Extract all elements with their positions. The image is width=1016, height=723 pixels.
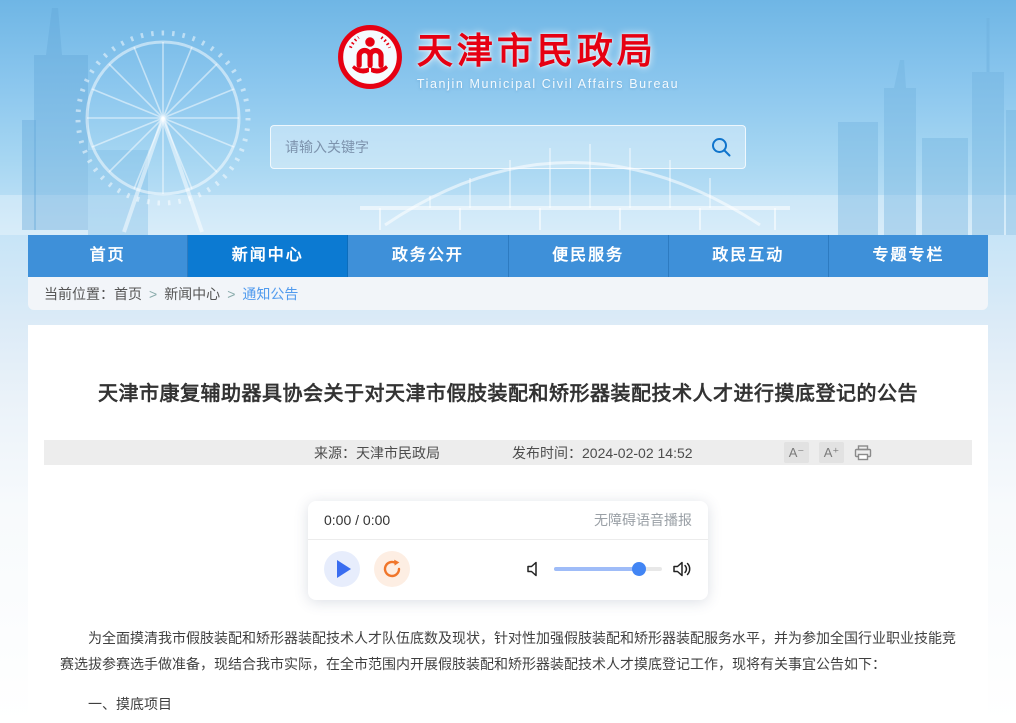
breadcrumb-prefix: 当前位置： <box>44 284 114 304</box>
breadcrumb-link-2[interactable]: 通知公告 <box>242 286 298 302</box>
site-header: 天津市民政局 Tianjin Municipal Civil Affairs B… <box>0 0 1016 235</box>
main-nav: 首页新闻中心政务公开便民服务政民互动专题专栏 <box>28 235 988 277</box>
article-paragraph: 为全面摸清我市假肢装配和矫形器装配技术人才队伍底数及现状，针对性加强假肢装配和矫… <box>60 626 956 678</box>
breadcrumb-separator: > <box>149 286 157 302</box>
article-body: 为全面摸清我市假肢装配和矫形器装配技术人才队伍底数及现状，针对性加强假肢装配和矫… <box>44 626 972 723</box>
replay-button[interactable] <box>374 551 410 587</box>
civil-affairs-emblem-icon <box>337 24 403 90</box>
nav-item-1[interactable]: 新闻中心 <box>188 235 348 277</box>
play-icon <box>337 560 351 578</box>
volume-loud-icon[interactable] <box>672 560 692 578</box>
search-bar <box>270 125 746 169</box>
replay-icon <box>381 558 403 580</box>
player-time: 0:00 / 0:00 <box>324 512 390 528</box>
breadcrumb-separator: > <box>227 286 235 302</box>
article-meta-bar: 来源：天津市民政局 发布时间：2024-02-02 14:52 A⁻ A⁺ <box>44 440 972 465</box>
page-root: 天津市民政局 Tianjin Municipal Civil Affairs B… <box>0 0 1016 723</box>
publish-time-label: 发布时间： <box>512 445 582 461</box>
site-subtitle: Tianjin Municipal Civil Affairs Bureau <box>417 77 679 91</box>
player-caption: 无障碍语音播报 <box>594 510 692 530</box>
nav-item-0[interactable]: 首页 <box>28 235 188 277</box>
search-icon <box>710 136 732 158</box>
volume-knob[interactable] <box>632 562 646 576</box>
volume-slider[interactable] <box>554 567 662 571</box>
breadcrumb: 当前位置： 首页 > 新闻中心 > 通知公告 <box>28 277 988 310</box>
play-button[interactable] <box>324 551 360 587</box>
nav-item-4[interactable]: 政民互动 <box>669 235 829 277</box>
publish-time-value: 2024-02-02 14:52 <box>582 445 693 461</box>
article-card: 天津市康复辅助器具协会关于对天津市假肢装配和矫形器装配技术人才进行摸底登记的公告… <box>28 325 988 723</box>
nav-item-5[interactable]: 专题专栏 <box>829 235 988 277</box>
source-value: 天津市民政局 <box>356 445 440 461</box>
search-input[interactable] <box>271 126 697 168</box>
site-brand: 天津市民政局 Tianjin Municipal Civil Affairs B… <box>0 0 1016 91</box>
print-button[interactable] <box>854 445 872 461</box>
nav-item-3[interactable]: 便民服务 <box>509 235 669 277</box>
breadcrumb-link-0[interactable]: 首页 <box>114 286 142 302</box>
printer-icon <box>854 445 872 461</box>
article-paragraph: 一、摸底项目 <box>60 692 956 718</box>
audio-player: 0:00 / 0:00 无障碍语音播报 <box>308 501 708 600</box>
article-tools: A⁻ A⁺ <box>784 440 872 465</box>
volume-fill <box>554 567 639 571</box>
article-title: 天津市康复辅助器具协会关于对天津市假肢装配和矫形器装配技术人才进行摸底登记的公告 <box>44 325 972 406</box>
font-decrease-button[interactable]: A⁻ <box>784 442 809 463</box>
source-label: 来源： <box>314 445 356 461</box>
font-increase-button[interactable]: A⁺ <box>819 442 844 463</box>
site-title: 天津市民政局 <box>417 22 679 74</box>
nav-item-2[interactable]: 政务公开 <box>348 235 508 277</box>
volume-mute-icon[interactable] <box>526 560 544 578</box>
search-button[interactable] <box>697 126 745 168</box>
breadcrumb-link-1[interactable]: 新闻中心 <box>164 286 220 302</box>
